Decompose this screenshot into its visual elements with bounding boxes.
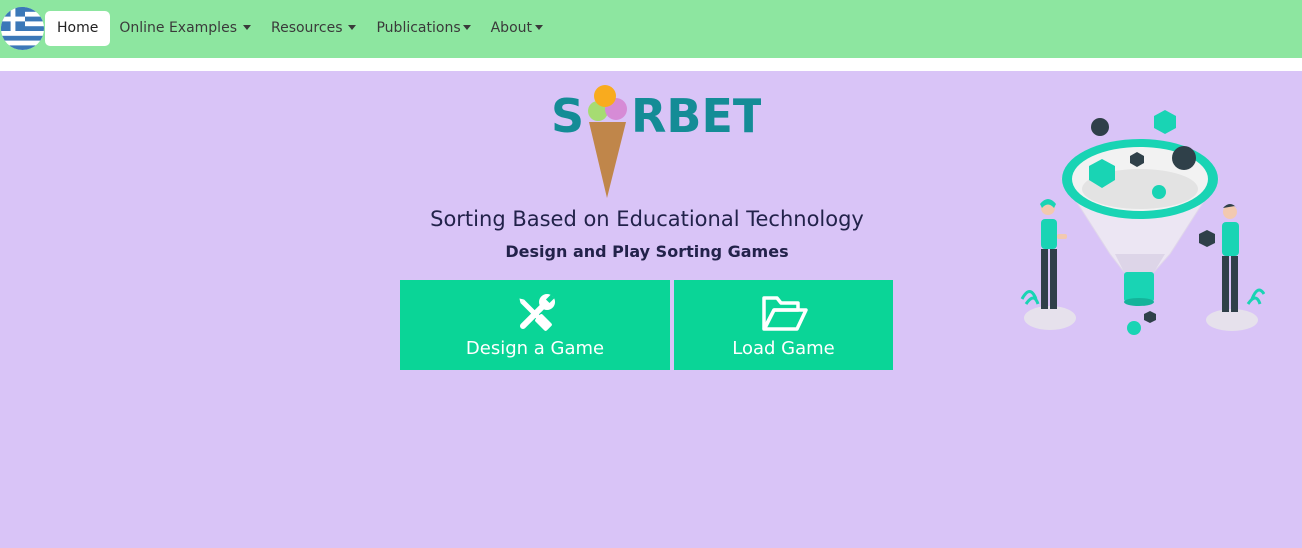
ice-cream-cone-icon [589, 122, 626, 198]
nav-about-label: About [490, 20, 533, 36]
load-game-button[interactable]: Load Game [674, 280, 893, 370]
tools-icon [511, 292, 559, 336]
caret-down-icon [242, 24, 251, 30]
load-game-label: Load Game [732, 338, 835, 359]
sorbet-logo: S RBET [551, 84, 765, 202]
nav-home[interactable]: Home [45, 11, 111, 46]
nav-publications[interactable]: Publications [367, 11, 481, 46]
nav-online-examples-label: Online Examples [119, 20, 237, 36]
caret-down-icon [348, 24, 357, 30]
navbar-spacer [0, 58, 1302, 71]
caret-down-icon [462, 24, 471, 30]
design-game-button[interactable]: Design a Game [400, 280, 670, 370]
nav-menu: Home Online Examples Resources Publicati… [45, 11, 554, 46]
design-game-label: Design a Game [465, 338, 605, 359]
nav-resources-label: Resources [270, 20, 343, 36]
logo-text-s: S [551, 89, 584, 143]
navbar: Home Online Examples Resources Publicati… [0, 0, 1302, 58]
greek-flag-icon[interactable] [1, 7, 44, 50]
nav-about[interactable]: About [482, 11, 554, 46]
caret-down-icon [535, 24, 544, 30]
logo-text-rbet: RBET [631, 89, 761, 143]
sorting-funnel-illustration [1020, 104, 1266, 339]
nav-resources[interactable]: Resources [262, 11, 368, 46]
folder-open-icon [760, 292, 808, 336]
nav-online-examples[interactable]: Online Examples [110, 11, 262, 46]
nav-publications-label: Publications [376, 20, 461, 36]
nav-home-label: Home [57, 20, 99, 36]
